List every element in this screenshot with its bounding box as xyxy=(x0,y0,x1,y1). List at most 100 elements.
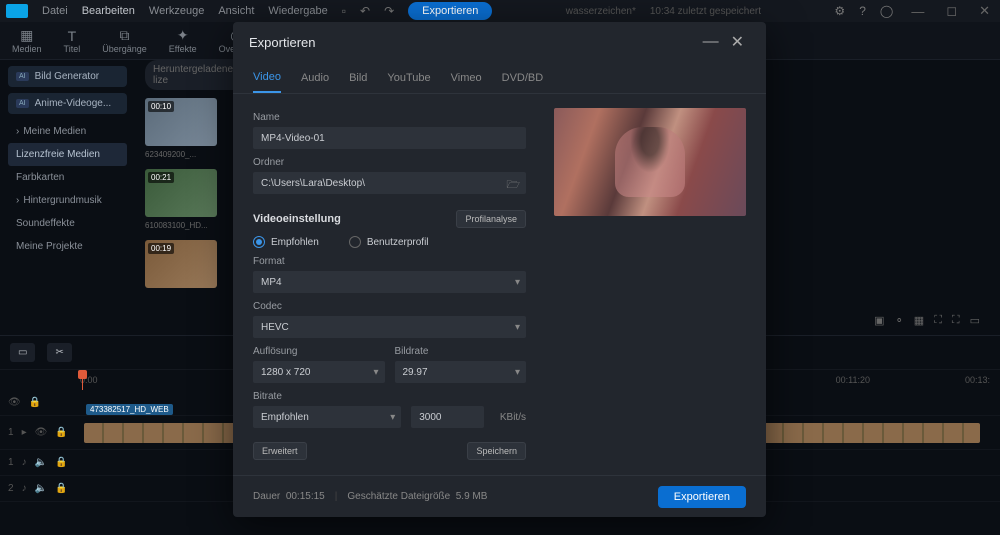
lock-icon[interactable]: 🔒 xyxy=(55,457,67,468)
lock-icon[interactable]: 🔒 xyxy=(29,397,41,408)
eye-icon[interactable]: 👁 xyxy=(35,427,48,438)
media-thumb[interactable]: 00:10 xyxy=(145,98,217,146)
media-filter-pill[interactable]: Heruntergeladene lize xyxy=(145,60,245,90)
menubar: Datei Bearbeiten Werkzeuge Ansicht Wiede… xyxy=(0,0,1000,22)
redo-icon[interactable]: ↷ xyxy=(384,4,394,18)
settings-icon[interactable]: ⚬ xyxy=(895,314,904,327)
bitrate-input[interactable] xyxy=(411,406,484,428)
mute-icon[interactable]: 🔈 xyxy=(35,483,47,494)
format-select[interactable]: MP4 xyxy=(253,271,526,293)
save-time: 10:34 zuletzt gespeichert xyxy=(650,6,761,17)
aspect-icon[interactable]: ▭ xyxy=(970,314,980,327)
tab-dvdbd[interactable]: DVD/BD xyxy=(502,64,544,92)
playhead[interactable] xyxy=(82,370,83,390)
sidebar-item-meine-medien[interactable]: ›Meine Medien xyxy=(8,120,127,143)
close-modal-icon[interactable]: ✕ xyxy=(725,32,750,52)
sidebar-item-farbkarten[interactable]: Farbkarten xyxy=(8,166,127,189)
codec-label: Codec xyxy=(253,301,526,312)
radio-dot-icon xyxy=(253,236,265,248)
resolution-select[interactable]: 1280 x 720 xyxy=(253,361,385,383)
bild-generator-button[interactable]: AIBild Generator xyxy=(8,66,127,87)
chevron-right-icon: › xyxy=(16,195,19,206)
menu-ansicht[interactable]: Ansicht xyxy=(218,5,254,17)
grid-icon[interactable]: ▦ xyxy=(914,314,924,327)
bitrate-label: Bitrate xyxy=(253,391,526,402)
undo-icon[interactable]: ↶ xyxy=(360,4,370,18)
tl-cut-icon[interactable]: ✂ xyxy=(47,343,71,362)
sidebar-item-hintergrundmusik[interactable]: ›Hintergrundmusik xyxy=(8,189,127,212)
media-label: 610083100_HD... xyxy=(145,221,245,230)
title-icon: T xyxy=(68,28,77,44)
audio-icon: ♪ xyxy=(22,483,27,494)
browse-folder-icon[interactable]: 🗁 xyxy=(506,176,520,195)
menu-bearbeiten[interactable]: Bearbeiten xyxy=(82,5,135,17)
tool-medien[interactable]: ▦Medien xyxy=(6,26,48,56)
export-modal: Exportieren — ✕ Video Audio Bild YouTube… xyxy=(233,22,766,517)
effects-icon: ✦ xyxy=(177,28,189,44)
help-icon[interactable]: ? xyxy=(859,4,866,18)
close-window-icon[interactable]: ✕ xyxy=(975,3,994,19)
eye-icon[interactable]: 👁 xyxy=(8,397,21,408)
filesize-value: 5.9 MB xyxy=(456,491,488,502)
folder-input[interactable] xyxy=(253,172,526,194)
menu-werkzeuge[interactable]: Werkzeuge xyxy=(149,5,204,17)
bitrate-unit: KBit/s xyxy=(500,412,526,423)
gear-icon[interactable]: ⚙ xyxy=(834,4,845,18)
fullscreen-icon[interactable]: ⛶ xyxy=(952,314,960,327)
framerate-select[interactable]: 29.97 xyxy=(395,361,527,383)
minimize-icon[interactable]: — xyxy=(907,4,928,19)
preview-toolbar: ▣ ⚬ ▦ ⛶ ⛶ ▭ xyxy=(874,314,980,327)
lock-icon[interactable]: 🔒 xyxy=(55,483,67,494)
maximize-icon[interactable]: ◻ xyxy=(942,3,961,19)
modal-title: Exportieren xyxy=(249,35,697,50)
mute-icon[interactable]: 🔈 xyxy=(35,457,47,468)
export-tabs: Video Audio Bild YouTube Vimeo DVD/BD xyxy=(233,62,766,94)
save-profile-button[interactable]: Speichern xyxy=(467,442,526,460)
tab-bild[interactable]: Bild xyxy=(349,64,367,92)
tab-audio[interactable]: Audio xyxy=(301,64,329,92)
tool-uebergaenge[interactable]: ⧉Übergänge xyxy=(96,26,153,56)
video-icon: ▸ xyxy=(22,427,27,438)
account-icon[interactable]: ◯ xyxy=(880,4,893,18)
tab-youtube[interactable]: YouTube xyxy=(387,64,430,92)
radio-dot-icon xyxy=(349,236,361,248)
export-primary-button[interactable]: Exportieren xyxy=(658,486,746,508)
save-icon[interactable]: ▫ xyxy=(342,4,346,18)
menu-wiedergabe[interactable]: Wiedergabe xyxy=(268,5,327,17)
camera-icon[interactable]: ▣ xyxy=(874,314,884,327)
codec-select[interactable]: HEVC xyxy=(253,316,526,338)
tab-vimeo[interactable]: Vimeo xyxy=(451,64,482,92)
audio-icon: ♪ xyxy=(22,457,27,468)
profile-analysis-button[interactable]: Profilanalyse xyxy=(456,210,526,228)
tl-tool-icon[interactable]: ▭ xyxy=(10,343,35,362)
folder-label: Ordner xyxy=(253,157,526,168)
tool-titel[interactable]: TTitel xyxy=(58,26,87,56)
chevron-right-icon: › xyxy=(16,126,19,137)
lock-icon[interactable]: 🔒 xyxy=(55,427,67,438)
media-thumb[interactable]: 00:19 xyxy=(145,240,217,288)
name-label: Name xyxy=(253,112,526,123)
media-label: 623409200_... xyxy=(145,150,245,159)
media-panel: Heruntergeladene lize 00:10 623409200_..… xyxy=(145,60,245,292)
duration-label: Dauer xyxy=(253,491,280,502)
bitrate-mode-select[interactable]: Empfohlen xyxy=(253,406,401,428)
minimize-modal-icon[interactable]: — xyxy=(697,33,725,51)
radio-recommended[interactable]: Empfohlen xyxy=(253,236,319,248)
export-form: Name Ordner 🗁 Videoeinstellung Profilana… xyxy=(253,104,526,465)
crop-icon[interactable]: ⛶ xyxy=(934,314,942,327)
sidebar-item-lizenzfreie-medien[interactable]: Lizenzfreie Medien xyxy=(8,143,127,166)
radio-userprofile[interactable]: Benutzerprofil xyxy=(349,236,429,248)
media-thumb[interactable]: 00:21 xyxy=(145,169,217,217)
tool-effekte[interactable]: ✦Effekte xyxy=(163,26,203,56)
name-input[interactable] xyxy=(253,127,526,149)
anime-videogen-button[interactable]: AIAnime-Videoge... xyxy=(8,93,127,114)
sidebar-item-meine-projekte[interactable]: Meine Projekte xyxy=(8,235,127,258)
sidebar-item-soundeffekte[interactable]: Soundeffekte xyxy=(8,212,127,235)
menu-datei[interactable]: Datei xyxy=(42,5,68,17)
tab-video[interactable]: Video xyxy=(253,63,281,93)
ai-badge-icon: AI xyxy=(16,72,29,81)
media-icon: ▦ xyxy=(20,28,33,44)
advanced-button[interactable]: Erweitert xyxy=(253,442,307,460)
export-preview-thumbnail xyxy=(554,108,746,216)
export-button-top[interactable]: Exportieren xyxy=(408,2,492,20)
